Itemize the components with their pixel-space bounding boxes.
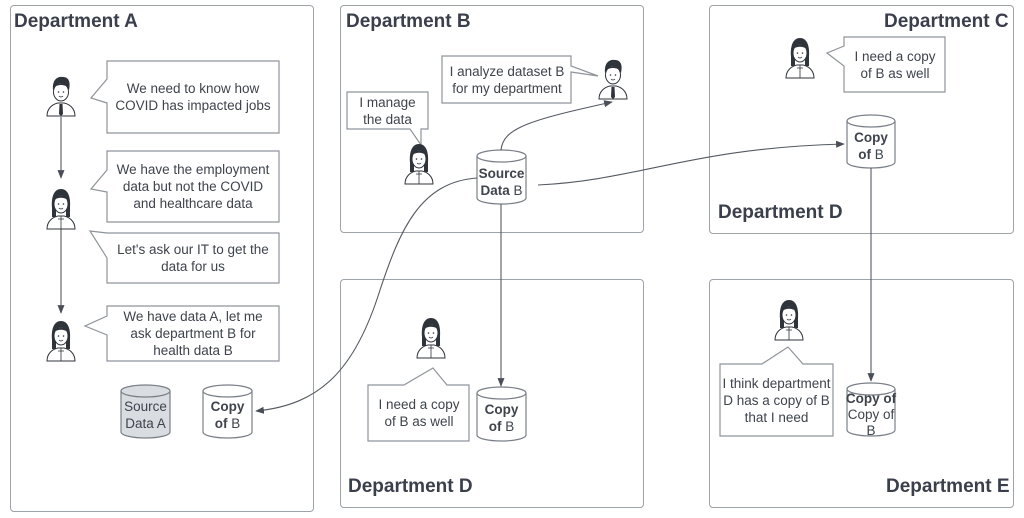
bubble-text-manage: I manage the data — [359, 94, 416, 127]
person-woman-icon-dept-c — [785, 37, 815, 79]
bubble-text-dept-e: I think department D has a copy of B tha… — [722, 375, 831, 425]
connector-source-b-to-dept-a-copy — [255, 177, 478, 414]
bubble-text-dept-c: I need a copy of B as well — [854, 48, 936, 81]
person-woman-icon-dept-b — [404, 143, 434, 185]
db-label-copy-of-b-dept-c-d: Copy of B — [854, 130, 888, 162]
bubble-text-analyze: I analyze dataset B for my department — [449, 63, 565, 96]
person-woman-icon-dept-d — [416, 317, 446, 359]
bubble-text-a3: Let's ask our IT to get the data for us — [117, 242, 269, 274]
db-label-copy-of-b-dept-a: Copy of B — [210, 399, 245, 431]
person-man-icon-dept-b — [598, 59, 628, 100]
db-label-copy-of-copy-dept-e: Copy of Copy of B — [845, 391, 897, 438]
bubble-text-dept-d: I need a copy of B as well — [378, 397, 460, 429]
bubble-text-a4: We have data A, let me ask department B … — [123, 309, 263, 358]
person-man-icon-dept-a — [46, 76, 76, 117]
bubble-text-a1: We need to know how COVID has impacted j… — [115, 81, 271, 113]
person-woman-icon-dept-a-2 — [46, 320, 76, 362]
db-label-source-data-a: Source Data A — [124, 399, 167, 431]
connector-source-b-to-analyst — [500, 100, 613, 151]
db-label-copy-of-b-dept-d: Copy of B — [484, 402, 519, 434]
connector-source-b-to-dept-c-copy — [537, 140, 845, 186]
person-woman-icon-dept-e — [774, 299, 804, 341]
db-label-source-data-b: Source Data B — [478, 166, 525, 198]
bubble-text-a2: We have the employment data but not the … — [116, 162, 270, 211]
person-woman-icon-dept-a-1 — [46, 188, 76, 230]
